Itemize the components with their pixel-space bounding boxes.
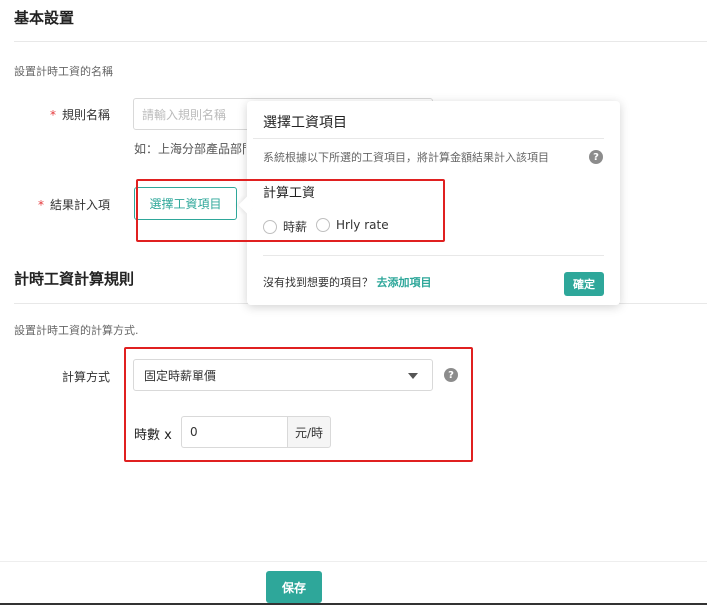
popover-title: 選擇工資項目 xyxy=(263,115,347,131)
save-button[interactable]: 保存 xyxy=(266,571,322,603)
popover-desc: 系統根據以下所選的工資項目，將計算金額結果計入該項目 xyxy=(263,151,549,164)
method-label: 計算方式 xyxy=(61,370,110,384)
help-icon[interactable]: ? xyxy=(589,150,603,164)
section-desc-rules: 設置計時工資的計算方式. xyxy=(14,324,139,337)
rule-name-placeholder: 請輸入規則名稱 xyxy=(142,107,227,122)
rule-name-label: * 規則名稱 xyxy=(49,108,110,122)
popover-footer: 沒有找到想要的項目？ 去添加項目 xyxy=(263,274,432,290)
required-mark: * xyxy=(49,108,56,122)
divider xyxy=(14,41,707,42)
section-title-basic: 基本設置 xyxy=(14,9,75,27)
footer-bar xyxy=(0,561,707,605)
divider xyxy=(263,255,604,256)
highlight-box xyxy=(124,347,473,462)
add-item-link[interactable]: 去添加項目 xyxy=(377,276,432,289)
popover-footer-text: 沒有找到想要的項目？ xyxy=(263,276,373,289)
rule-name-hint: 如：上海分部產品部門 xyxy=(134,142,246,156)
confirm-button[interactable]: 確定 xyxy=(564,272,604,296)
required-mark: * xyxy=(37,198,44,212)
divider xyxy=(253,138,604,139)
section-title-rules: 計時工資計算規則 xyxy=(14,270,135,288)
section-desc-basic: 設置計時工資的名稱 xyxy=(14,65,113,78)
result-label: * 結果計入項 xyxy=(37,198,110,212)
highlight-box xyxy=(136,179,445,242)
